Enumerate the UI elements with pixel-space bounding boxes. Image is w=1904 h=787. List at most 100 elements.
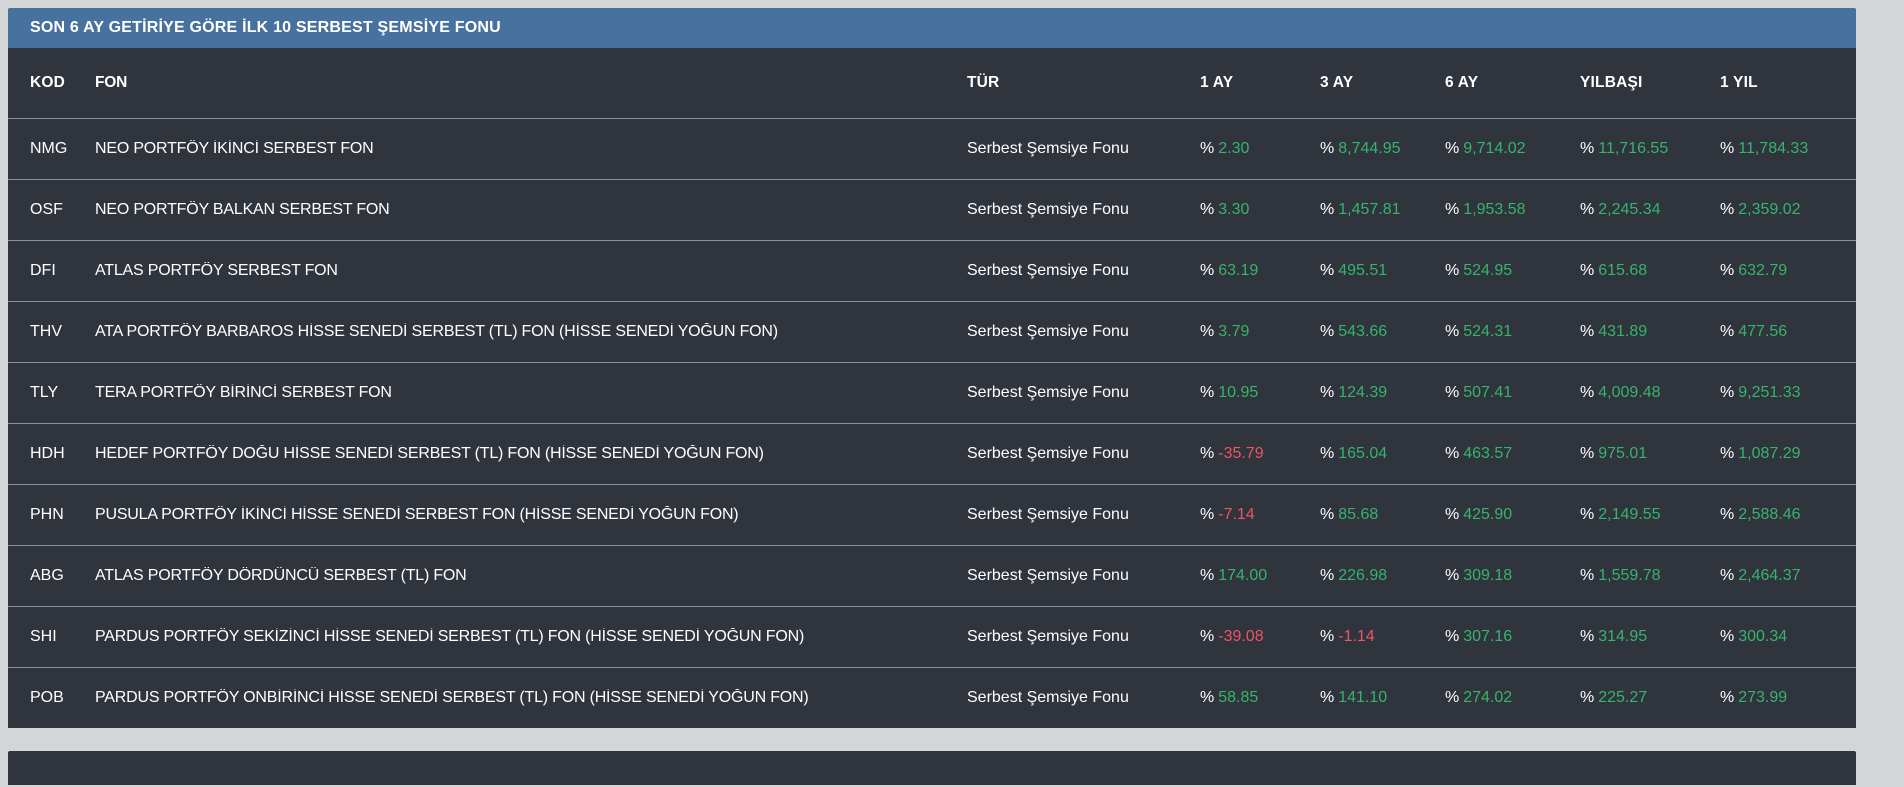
return-3ay-cell: %-1.14: [1320, 628, 1445, 646]
table-row[interactable]: PHN PUSULA PORTFÖY İKİNCİ HİSSE SENEDİ S…: [8, 484, 1856, 545]
table-row[interactable]: ABG ATLAS PORTFÖY DÖRDÜNCÜ SERBEST (TL) …: [8, 545, 1856, 606]
fund-name: TERA PORTFÖY BİRİNCİ SERBEST FON: [95, 384, 967, 402]
return-3ay-value: -1.14: [1338, 628, 1374, 645]
return-1yil-cell: %2,359.02: [1720, 201, 1836, 219]
return-1ay-cell: %174.00: [1200, 567, 1320, 585]
return-1yil-cell: %632.79: [1720, 262, 1836, 280]
percent-sign: %: [1720, 323, 1734, 340]
percent-sign: %: [1580, 323, 1594, 340]
fund-code: PHN: [30, 506, 95, 524]
return-3ay-value: 85.68: [1338, 506, 1378, 523]
return-3ay-cell: %1,457.81: [1320, 201, 1445, 219]
return-1yil-value: 477.56: [1738, 323, 1787, 340]
return-yilbasi-value: 225.27: [1598, 689, 1647, 706]
table-row[interactable]: NMG NEO PORTFÖY İKİNCİ SERBEST FON Serbe…: [8, 118, 1856, 179]
fund-name: PUSULA PORTFÖY İKİNCİ HİSSE SENEDİ SERBE…: [95, 506, 967, 524]
table-row[interactable]: TLY TERA PORTFÖY BİRİNCİ SERBEST FON Ser…: [8, 362, 1856, 423]
table-row[interactable]: POB PARDUS PORTFÖY ONBİRİNCİ HİSSE SENED…: [8, 667, 1856, 728]
percent-sign: %: [1445, 201, 1459, 218]
return-3ay-value: 495.51: [1338, 262, 1387, 279]
return-1ay-cell: %-7.14: [1200, 506, 1320, 524]
table-row[interactable]: THV ATA PORTFÖY BARBAROS HİSSE SENEDİ SE…: [8, 301, 1856, 362]
fund-type: Serbest Şemsiye Fonu: [967, 628, 1200, 646]
column-header-yilbasi: YILBAŞI: [1580, 74, 1720, 92]
percent-sign: %: [1580, 506, 1594, 523]
return-1ay-value: 63.19: [1218, 262, 1258, 279]
return-1yil-value: 1,087.29: [1738, 445, 1800, 462]
fund-code: ABG: [30, 567, 95, 585]
percent-sign: %: [1200, 567, 1214, 584]
percent-sign: %: [1580, 567, 1594, 584]
fund-code: THV: [30, 323, 95, 341]
return-6ay-value: 9,714.02: [1463, 140, 1525, 157]
percent-sign: %: [1320, 384, 1334, 401]
return-yilbasi-cell: %225.27: [1580, 689, 1720, 707]
return-3ay-value: 8,744.95: [1338, 140, 1400, 157]
column-header-kod: KOD: [30, 74, 95, 92]
return-6ay-value: 425.90: [1463, 506, 1512, 523]
fund-code: TLY: [30, 384, 95, 402]
return-3ay-cell: %165.04: [1320, 445, 1445, 463]
return-1ay-value: 58.85: [1218, 689, 1258, 706]
return-6ay-cell: %1,953.58: [1445, 201, 1580, 219]
return-yilbasi-cell: %2,149.55: [1580, 506, 1720, 524]
return-3ay-cell: %543.66: [1320, 323, 1445, 341]
return-6ay-cell: %463.57: [1445, 445, 1580, 463]
fund-table: KOD FON TÜR 1 AY 3 AY 6 AY YILBAŞI 1 YIL…: [8, 48, 1856, 728]
percent-sign: %: [1320, 140, 1334, 157]
return-6ay-cell: %524.31: [1445, 323, 1580, 341]
percent-sign: %: [1200, 628, 1214, 645]
percent-sign: %: [1200, 384, 1214, 401]
table-row[interactable]: DFI ATLAS PORTFÖY SERBEST FON Serbest Şe…: [8, 240, 1856, 301]
return-1ay-cell: %58.85: [1200, 689, 1320, 707]
percent-sign: %: [1200, 445, 1214, 462]
fund-type: Serbest Şemsiye Fonu: [967, 323, 1200, 341]
return-yilbasi-cell: %431.89: [1580, 323, 1720, 341]
fund-code: HDH: [30, 445, 95, 463]
fund-code: POB: [30, 689, 95, 707]
percent-sign: %: [1320, 506, 1334, 523]
fund-type: Serbest Şemsiye Fonu: [967, 689, 1200, 707]
return-yilbasi-value: 2,245.34: [1598, 201, 1660, 218]
return-1ay-value: -39.08: [1218, 628, 1263, 645]
return-yilbasi-cell: %314.95: [1580, 628, 1720, 646]
return-3ay-cell: %85.68: [1320, 506, 1445, 524]
percent-sign: %: [1720, 140, 1734, 157]
section-title-bar: SON 6 AY GETİRİYE GÖRE İLK 10 SERBEST ŞE…: [8, 8, 1856, 48]
return-yilbasi-value: 975.01: [1598, 445, 1647, 462]
percent-sign: %: [1580, 384, 1594, 401]
column-header-tur: TÜR: [967, 74, 1200, 92]
fund-type: Serbest Şemsiye Fonu: [967, 506, 1200, 524]
return-1yil-value: 11,784.33: [1738, 140, 1808, 157]
return-1ay-value: 10.95: [1218, 384, 1258, 401]
return-yilbasi-value: 615.68: [1598, 262, 1647, 279]
fund-name: ATLAS PORTFÖY DÖRDÜNCÜ SERBEST (TL) FON: [95, 567, 967, 585]
return-yilbasi-cell: %975.01: [1580, 445, 1720, 463]
table-row[interactable]: OSF NEO PORTFÖY BALKAN SERBEST FON Serbe…: [8, 179, 1856, 240]
table-row[interactable]: HDH HEDEF PORTFÖY DOĞU HİSSE SENEDİ SERB…: [8, 423, 1856, 484]
return-1ay-cell: %-35.79: [1200, 445, 1320, 463]
return-yilbasi-cell: %615.68: [1580, 262, 1720, 280]
return-3ay-cell: %8,744.95: [1320, 140, 1445, 158]
next-section-bar: [8, 751, 1856, 785]
return-1yil-value: 2,588.46: [1738, 506, 1800, 523]
return-1ay-cell: %10.95: [1200, 384, 1320, 402]
return-3ay-value: 226.98: [1338, 567, 1387, 584]
return-1yil-cell: %1,087.29: [1720, 445, 1836, 463]
fund-name: NEO PORTFÖY İKİNCİ SERBEST FON: [95, 140, 967, 158]
percent-sign: %: [1445, 262, 1459, 279]
fund-type: Serbest Şemsiye Fonu: [967, 567, 1200, 585]
return-yilbasi-value: 1,559.78: [1598, 567, 1660, 584]
fund-type: Serbest Şemsiye Fonu: [967, 384, 1200, 402]
column-header-1yil: 1 YIL: [1720, 74, 1836, 92]
column-header-1ay: 1 AY: [1200, 74, 1320, 92]
return-6ay-cell: %307.16: [1445, 628, 1580, 646]
table-body: NMG NEO PORTFÖY İKİNCİ SERBEST FON Serbe…: [8, 118, 1856, 728]
fund-code: SHI: [30, 628, 95, 646]
fund-name: PARDUS PORTFÖY SEKİZİNCİ HİSSE SENEDİ SE…: [95, 628, 967, 646]
return-3ay-value: 165.04: [1338, 445, 1387, 462]
percent-sign: %: [1720, 262, 1734, 279]
table-row[interactable]: SHI PARDUS PORTFÖY SEKİZİNCİ HİSSE SENED…: [8, 606, 1856, 667]
return-6ay-cell: %425.90: [1445, 506, 1580, 524]
percent-sign: %: [1200, 201, 1214, 218]
